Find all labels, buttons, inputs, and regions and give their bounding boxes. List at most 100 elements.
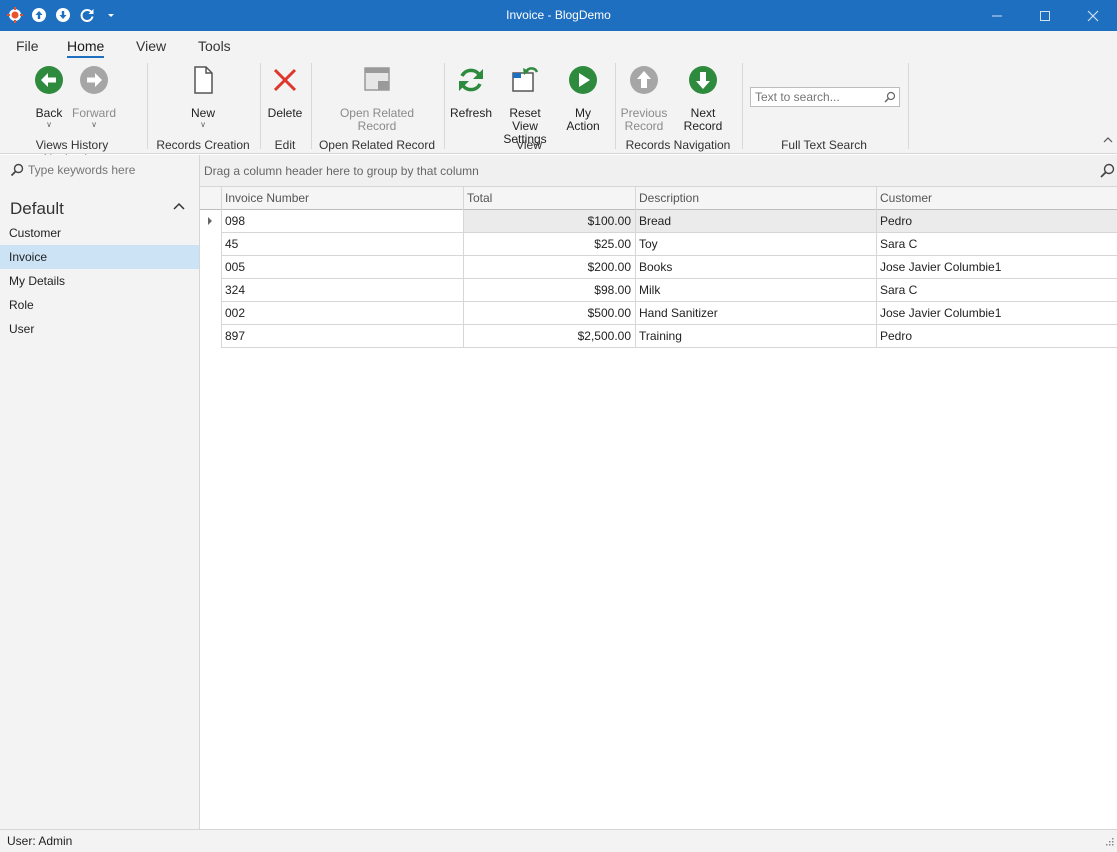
cell-total[interactable]: $500.00 xyxy=(464,302,636,325)
refresh-button[interactable]: Refresh xyxy=(449,65,493,120)
new-document-icon xyxy=(188,65,218,95)
arrow-down-circle-icon xyxy=(688,65,718,95)
back-button[interactable]: Back ∨ xyxy=(28,65,70,129)
nav-item-user[interactable]: User xyxy=(0,317,199,341)
nav-item-customer[interactable]: Customer xyxy=(0,221,199,245)
column-header-description[interactable]: Description xyxy=(636,187,877,210)
cell-total[interactable]: $98.00 xyxy=(464,279,636,302)
grid-area: Drag a column header here to group by th… xyxy=(200,155,1117,829)
cell-invoice-number[interactable]: 45 xyxy=(222,233,464,256)
row-indicator xyxy=(200,279,222,302)
tab-home[interactable]: Home xyxy=(67,38,105,58)
next-record-button[interactable]: Next Record xyxy=(670,65,736,133)
cell-customer[interactable]: Pedro xyxy=(877,210,1117,233)
ribbon: Back ∨ Forward ∨ Views History Navigatio… xyxy=(0,59,1117,166)
cell-invoice-number[interactable]: 324 xyxy=(222,279,464,302)
cell-description[interactable]: Bread xyxy=(636,210,877,233)
collapse-ribbon-icon[interactable] xyxy=(1103,136,1113,147)
search-icon[interactable] xyxy=(1099,163,1115,182)
nav-item-role[interactable]: Role xyxy=(0,293,199,317)
cell-description[interactable]: Training xyxy=(636,325,877,348)
nav-group-title: Default xyxy=(10,199,64,218)
cell-total[interactable]: $100.00 xyxy=(464,210,636,233)
nav-item-my-details[interactable]: My Details xyxy=(0,269,199,293)
group-open-related: Open Related Record xyxy=(318,138,436,152)
group-edit: Edit xyxy=(274,138,296,152)
reset-view-settings-button[interactable]: Reset View Settings xyxy=(495,65,555,146)
next-record-label: Next Record xyxy=(683,106,723,133)
play-icon xyxy=(568,65,598,95)
column-header-total[interactable]: Total xyxy=(464,187,636,210)
cell-total[interactable]: $2,500.00 xyxy=(464,325,636,348)
tab-view[interactable]: View xyxy=(136,38,166,54)
open-related-record-button[interactable]: Open Related Record xyxy=(337,65,417,133)
ribbon-separator xyxy=(742,63,743,149)
nav-item-invoice[interactable]: Invoice xyxy=(0,245,199,269)
new-button[interactable]: New ∨ xyxy=(182,65,224,129)
cell-customer[interactable]: Jose Javier Columbie1 xyxy=(877,302,1117,325)
search-icon[interactable] xyxy=(884,91,896,106)
arrow-up-circle-icon xyxy=(629,65,659,95)
maximize-icon[interactable] xyxy=(1021,0,1069,31)
column-header-invoice-number[interactable]: Invoice Number xyxy=(222,187,464,210)
row-indicator xyxy=(200,325,222,348)
new-label: New xyxy=(190,106,215,120)
cell-customer[interactable]: Pedro xyxy=(877,325,1117,348)
column-header-customer[interactable]: Customer xyxy=(877,187,1117,210)
row-indicator xyxy=(200,210,222,233)
window-title: Invoice - BlogDemo xyxy=(506,8,611,22)
cell-invoice-number[interactable]: 002 xyxy=(222,302,464,325)
navigation-pane: Default Customer Invoice My Details Role… xyxy=(0,155,200,829)
table-row[interactable]: 324 $98.00 Milk Sara C xyxy=(200,279,1117,302)
tab-file[interactable]: File xyxy=(16,38,39,54)
full-text-search-input[interactable] xyxy=(751,88,879,106)
delete-button[interactable]: Delete xyxy=(265,65,305,120)
ribbon-tab-bar: File Home View Tools xyxy=(0,31,1117,59)
cell-invoice-number[interactable]: 897 xyxy=(222,325,464,348)
cell-customer[interactable]: Jose Javier Columbie1 xyxy=(877,256,1117,279)
row-indicator xyxy=(200,302,222,325)
table-row[interactable]: 005 $200.00 Books Jose Javier Columbie1 xyxy=(200,256,1117,279)
table-row[interactable]: 897 $2,500.00 Training Pedro xyxy=(200,325,1117,348)
status-user: User: Admin xyxy=(7,834,73,848)
cell-total[interactable]: $25.00 xyxy=(464,233,636,256)
delete-label: Delete xyxy=(267,106,303,120)
table-row[interactable]: 098 $100.00 Bread Pedro xyxy=(200,210,1117,233)
reset-view-label-1: Reset View xyxy=(509,106,541,133)
chevron-down-icon: ∨ xyxy=(91,120,97,129)
forward-button[interactable]: Forward ∨ xyxy=(72,65,116,129)
table-row[interactable]: 45 $25.00 Toy Sara C xyxy=(200,233,1117,256)
cell-invoice-number[interactable]: 005 xyxy=(222,256,464,279)
refresh-label: Refresh xyxy=(449,106,493,120)
cell-description[interactable]: Books xyxy=(636,256,877,279)
full-text-search-box xyxy=(750,87,900,107)
previous-record-button[interactable]: Previous Record xyxy=(620,65,668,133)
nav-search-input[interactable] xyxy=(28,161,188,179)
ribbon-separator xyxy=(260,63,261,149)
cell-description[interactable]: Milk xyxy=(636,279,877,302)
cell-total[interactable]: $200.00 xyxy=(464,256,636,279)
status-bar: User: Admin xyxy=(0,829,1117,852)
row-indicator xyxy=(200,256,222,279)
ribbon-separator xyxy=(908,63,909,149)
row-indicator xyxy=(200,233,222,256)
cell-description[interactable]: Toy xyxy=(636,233,877,256)
group-panel-hint: Drag a column header here to group by th… xyxy=(204,164,479,178)
tab-tools[interactable]: Tools xyxy=(198,38,231,54)
group-by-panel[interactable]: Drag a column header here to group by th… xyxy=(200,155,1117,187)
close-icon[interactable] xyxy=(1069,0,1117,31)
cell-invoice-number[interactable]: 098 xyxy=(222,210,464,233)
cell-customer[interactable]: Sara C xyxy=(877,279,1117,302)
chevron-down-icon: ∨ xyxy=(46,120,52,129)
cell-description[interactable]: Hand Sanitizer xyxy=(636,302,877,325)
table-row[interactable]: 002 $500.00 Hand Sanitizer Jose Javier C… xyxy=(200,302,1117,325)
delete-x-icon xyxy=(270,65,300,95)
refresh-icon xyxy=(456,65,486,95)
chevron-up-icon[interactable] xyxy=(172,199,186,216)
chevron-down-icon: ∨ xyxy=(200,120,206,129)
my-action-button[interactable]: My Action xyxy=(557,65,609,133)
ribbon-separator xyxy=(615,63,616,149)
cell-customer[interactable]: Sara C xyxy=(877,233,1117,256)
minimize-icon[interactable] xyxy=(973,0,1021,31)
resize-grip-icon[interactable] xyxy=(1104,835,1114,849)
